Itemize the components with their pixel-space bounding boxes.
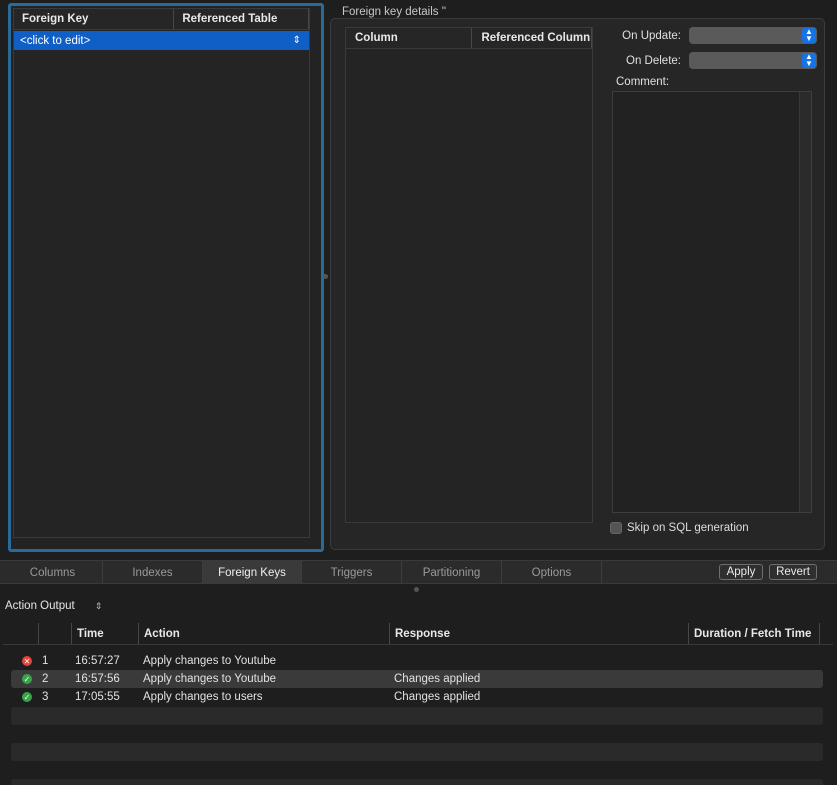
output-row[interactable]: ✓ 2 16:57:56 Apply changes to Youtube Ch… — [11, 670, 823, 688]
foreign-key-details-group: Column Referenced Column On Update: ▲ ▼ O… — [330, 18, 825, 550]
foreign-key-list-pane[interactable]: Foreign Key Referenced Table <click to e… — [8, 3, 324, 552]
foreign-key-details-title: Foreign key details '' — [342, 6, 447, 18]
output-type-select[interactable]: Action Output ⇕ — [5, 600, 102, 612]
row-time: 17:05:55 — [75, 691, 120, 703]
empty-output-row — [11, 707, 823, 725]
on-delete-row: On Delete: ▲ ▼ — [617, 52, 817, 69]
error-icon: ✕ — [22, 656, 32, 666]
tab-triggers[interactable]: Triggers — [302, 561, 402, 584]
row-number: 2 — [42, 673, 49, 685]
row-time: 16:57:56 — [75, 673, 120, 685]
row-response: Changes applied — [394, 691, 481, 703]
updown-arrows-icon: ⇕ — [94, 600, 103, 611]
column-header-number[interactable] — [39, 623, 72, 644]
success-check-icon: ✓ — [22, 692, 32, 702]
foreign-key-grid-header: Foreign Key Referenced Table — [14, 9, 309, 30]
tab-indexes[interactable]: Indexes — [103, 561, 203, 584]
column-header-status[interactable] — [3, 623, 39, 644]
column-mapping-grid[interactable]: Column Referenced Column — [345, 27, 593, 523]
output-row[interactable]: ✕ 1 16:57:27 Apply changes to Youtube — [11, 652, 823, 670]
output-row[interactable]: ✓ 3 17:05:55 Apply changes to users Chan… — [11, 688, 823, 706]
foreign-key-row-click-to-edit[interactable]: <click to edit> ⇕ — [14, 31, 309, 50]
skip-sql-generation-checkbox[interactable] — [610, 522, 622, 534]
column-header-action[interactable]: Action — [139, 623, 390, 644]
tab-partitioning[interactable]: Partitioning — [402, 561, 502, 584]
action-output-panel: Action Output ⇕ Time Action Response Dur… — [0, 594, 837, 785]
apply-button[interactable]: Apply — [719, 564, 763, 580]
row-action: Apply changes to users — [143, 691, 263, 703]
select-arrows-icon: ▲ ▼ — [802, 53, 816, 68]
row-response: Changes applied — [394, 673, 481, 685]
on-delete-label: On Delete: — [626, 54, 681, 67]
row-action: Apply changes to Youtube — [143, 655, 277, 667]
comment-textarea[interactable] — [612, 91, 812, 513]
horizontal-splitter-handle[interactable] — [414, 587, 419, 592]
column-header-referenced-table[interactable]: Referenced Table — [174, 9, 309, 29]
foreign-key-row-label: <click to edit> — [20, 34, 91, 47]
revert-button[interactable]: Revert — [769, 564, 817, 580]
tab-foreign-keys[interactable]: Foreign Keys — [203, 561, 302, 584]
column-header-response[interactable]: Response — [390, 623, 689, 644]
column-header-referenced-column[interactable]: Referenced Column — [472, 28, 592, 48]
comment-label: Comment: — [616, 76, 670, 88]
empty-output-row — [11, 743, 823, 761]
tab-options[interactable]: Options — [502, 561, 602, 584]
vertical-splitter-handle[interactable] — [323, 274, 328, 279]
comment-scrollbar[interactable] — [799, 92, 811, 512]
row-action: Apply changes to Youtube — [143, 673, 277, 685]
row-time: 16:57:27 — [75, 655, 120, 667]
select-arrows-icon: ▲ ▼ — [802, 28, 816, 43]
column-header-duration[interactable]: Duration / Fetch Time — [689, 623, 820, 644]
foreign-key-grid[interactable]: Foreign Key Referenced Table <click to e… — [13, 8, 310, 538]
skip-sql-generation-row[interactable]: Skip on SQL generation — [610, 522, 749, 534]
row-number: 3 — [42, 691, 49, 703]
column-header-column[interactable]: Column — [346, 28, 473, 48]
output-type-label: Action Output — [5, 600, 75, 612]
column-mapping-grid-header: Column Referenced Column — [346, 28, 592, 49]
on-update-select[interactable]: ▲ ▼ — [689, 27, 817, 44]
success-check-icon: ✓ — [22, 674, 32, 684]
editor-tab-bar: Columns Indexes Foreign Keys Triggers Pa… — [0, 560, 837, 584]
row-number: 1 — [42, 655, 49, 667]
on-update-label: On Update: — [622, 29, 681, 42]
column-header-time[interactable]: Time — [72, 623, 139, 644]
column-header-foreign-key[interactable]: Foreign Key — [14, 9, 175, 29]
skip-sql-generation-label: Skip on SQL generation — [627, 522, 749, 534]
empty-output-row — [11, 779, 823, 785]
on-delete-select[interactable]: ▲ ▼ — [689, 52, 817, 69]
output-grid-header: Time Action Response Duration / Fetch Ti… — [3, 623, 833, 645]
on-update-row: On Update: ▲ ▼ — [617, 27, 817, 44]
tab-columns[interactable]: Columns — [3, 561, 103, 584]
updown-arrows-icon[interactable]: ⇕ — [293, 35, 301, 46]
